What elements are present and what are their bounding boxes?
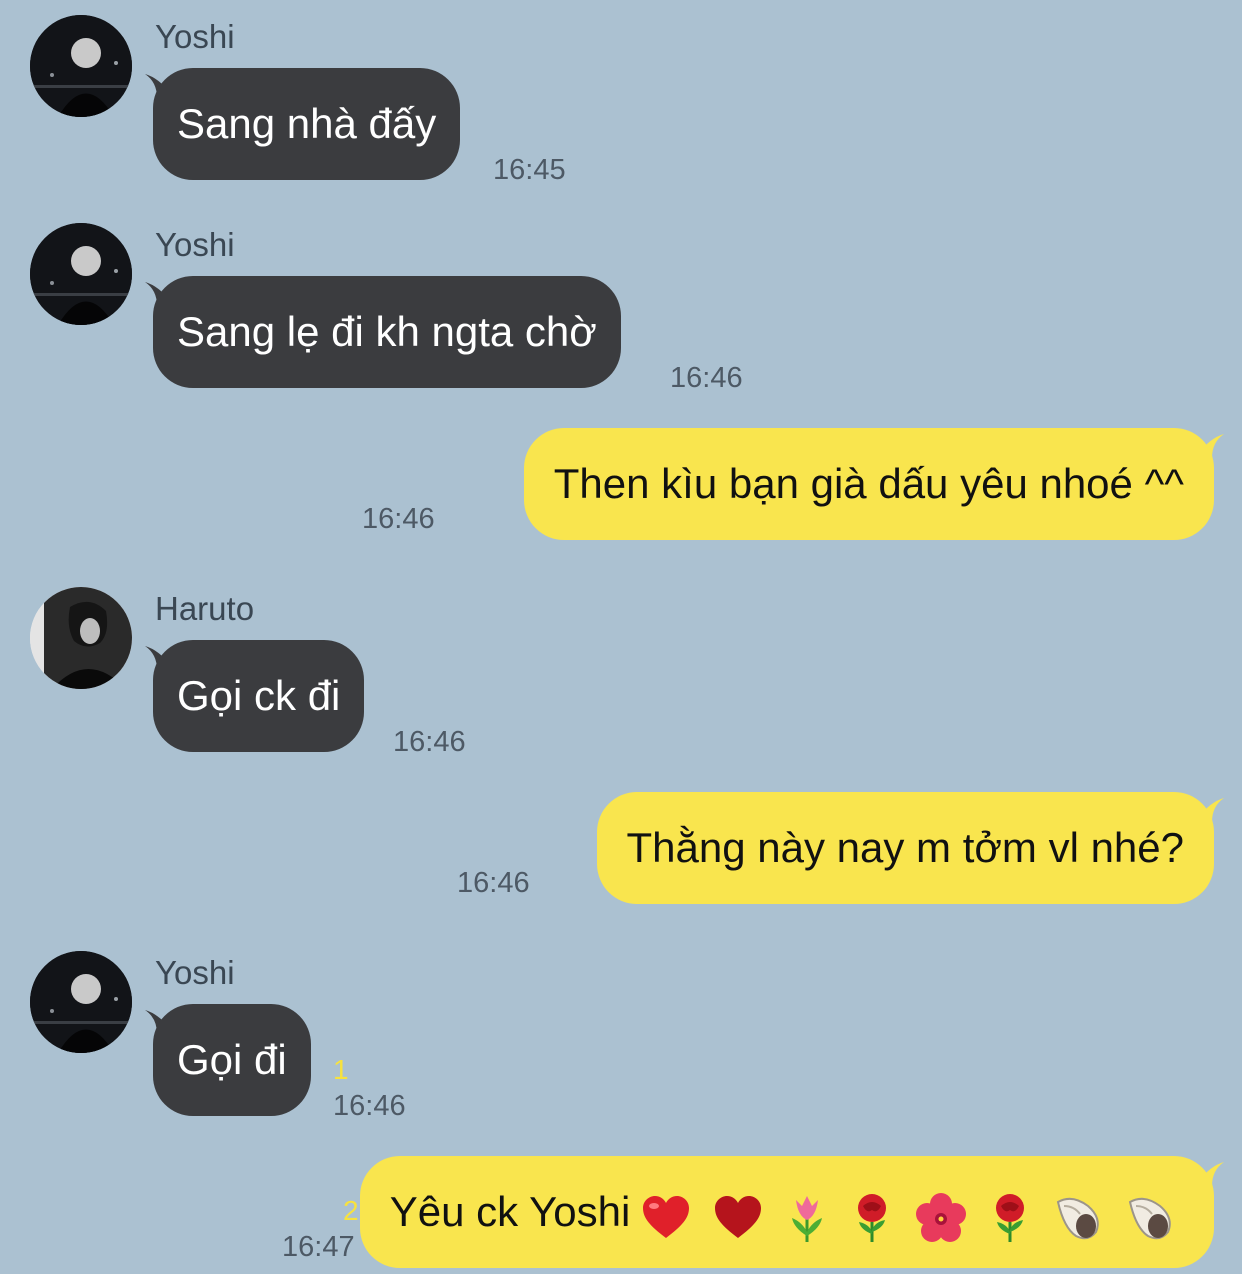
rose-icon: [858, 1193, 887, 1242]
message-bubble-incoming[interactable]: Sang nhà đấy: [153, 68, 461, 180]
hibiscus-icon: [915, 1192, 966, 1242]
unread-count: 2: [343, 1195, 359, 1226]
red-heart-icon: [643, 1195, 690, 1238]
message-bubble-incoming[interactable]: Gọi đi: [153, 1004, 311, 1116]
message-bubble-outgoing[interactable]: Thằng này nay m tởm vl nhé?: [596, 792, 1214, 904]
spiral-shell-icon: [1057, 1197, 1100, 1240]
message-time: 16:46: [393, 726, 466, 758]
avatar-yoshi[interactable]: [30, 15, 132, 117]
message-bubble-outgoing[interactable]: Yêu ck Yoshi: [359, 1156, 1214, 1271]
message-bubble-incoming[interactable]: Gọi ck đi: [153, 640, 365, 752]
avatar-haruto[interactable]: [30, 587, 132, 689]
avatar-yoshi[interactable]: [30, 951, 132, 1053]
message-time: 16:47: [282, 1231, 355, 1263]
sender-name: Yoshi: [155, 18, 235, 55]
emoji-row: [640, 1159, 1184, 1271]
rose-icon: [995, 1193, 1024, 1242]
message-time: 16:46: [457, 867, 530, 899]
message-time: 16:45: [493, 154, 566, 186]
unread-count: 1: [333, 1054, 349, 1085]
message-bubble-incoming[interactable]: Sang lẹ đi kh ngta chờ: [153, 276, 621, 388]
message-time: 16:46: [333, 1090, 406, 1122]
message-time: 16:46: [362, 503, 435, 535]
message-bubble-outgoing[interactable]: Then kìu bạn già dấu yêu nhoé ^^: [523, 428, 1214, 540]
sender-name: Haruto: [155, 590, 255, 627]
message-text: Yêu ck Yoshi: [389, 1188, 631, 1235]
sender-name: Yoshi: [155, 226, 235, 263]
tulip-icon: [791, 1195, 822, 1242]
avatar-yoshi[interactable]: [30, 223, 132, 325]
spiral-shell-icon: [1128, 1197, 1171, 1240]
red-heart-icon: [714, 1195, 761, 1238]
sender-name: Yoshi: [155, 954, 235, 991]
message-time: 16:46: [670, 362, 743, 394]
